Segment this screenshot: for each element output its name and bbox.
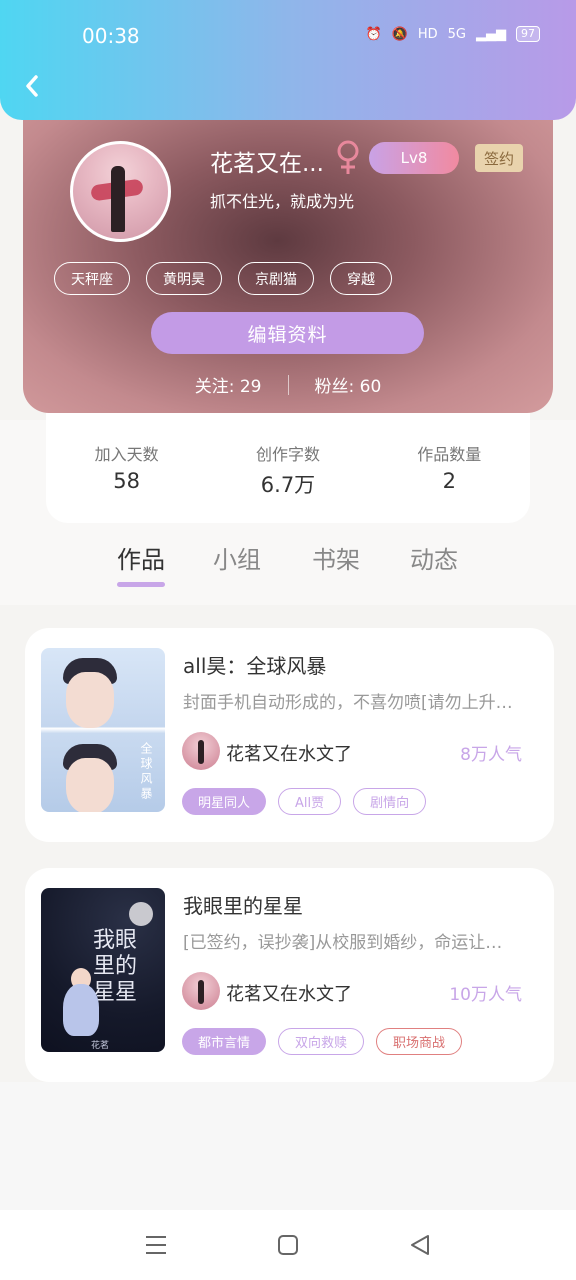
stat-value: 6.7万 <box>260 473 316 497</box>
system-nav-bar <box>0 1210 576 1280</box>
profile-tag[interactable]: 京剧猫 <box>238 262 314 295</box>
author-name[interactable]: 花茗又在水文了 <box>226 980 352 1006</box>
menu-icon[interactable] <box>145 1235 167 1255</box>
book-tag[interactable]: 明星同人 <box>182 788 267 815</box>
tab-bookshelf[interactable]: 书架 <box>312 540 360 575</box>
tab-activity[interactable]: 动态 <box>410 540 458 575</box>
tab-bar: 作品 小组 书架 动态 <box>0 524 576 604</box>
chevron-left-icon <box>26 75 38 97</box>
book-card[interactable]: 全球风暴 all昊：全球风暴 封面手机自动形成的，不喜勿喷[请勿上升… 花茗又在… <box>25 628 554 842</box>
battery-icon: 97 <box>516 26 540 42</box>
moon-icon <box>129 902 153 926</box>
book-description: 封面手机自动形成的，不喜勿喷[请勿上升… <box>183 693 513 713</box>
popularity-count: 10万人气 <box>449 985 522 1005</box>
stat-label: 作品数量 <box>417 445 482 464</box>
book-tags: 都市言情 双向救赎 职场商战 <box>182 1028 463 1055</box>
level-badge: Lv8 <box>369 142 459 174</box>
profile-motto: 抓不住光，就成为光 <box>210 192 355 211</box>
status-icons: ⏰ 🔕 HD 5G ▂▄▆ 97 <box>365 26 540 42</box>
book-title[interactable]: all昊：全球风暴 <box>183 650 326 679</box>
book-cover[interactable]: 全球风暴 <box>41 648 165 812</box>
network-icon: 5G <box>447 26 466 42</box>
stat-join-days: 加入天数 58 <box>57 441 197 523</box>
cover-text: 全球风暴 <box>139 742 153 802</box>
home-icon[interactable] <box>277 1234 299 1256</box>
stat-label: 创作字数 <box>255 445 320 464</box>
book-tag[interactable]: All贾 <box>278 788 342 815</box>
signed-badge: 签约 <box>475 144 523 172</box>
female-icon <box>337 140 359 174</box>
book-title[interactable]: 我眼里的星星 <box>183 890 303 919</box>
profile-name: 花茗又在... <box>210 151 324 177</box>
author-avatar[interactable] <box>182 732 220 770</box>
book-tag[interactable]: 职场商战 <box>376 1028 463 1055</box>
tab-works[interactable]: 作品 <box>117 540 165 575</box>
stat-word-count: 创作字数 6.7万 <box>218 441 358 523</box>
back-triangle-icon[interactable] <box>409 1234 431 1256</box>
status-time: 00:38 <box>82 24 140 48</box>
book-tag[interactable]: 双向救赎 <box>278 1028 365 1055</box>
signal-icon: ▂▄▆ <box>476 26 506 42</box>
following-count[interactable]: 关注: 29 <box>195 372 262 397</box>
profile-tag[interactable]: 穿越 <box>330 262 392 295</box>
popularity-count: 8万人气 <box>460 745 522 765</box>
header-bar: 00:38 ⏰ 🔕 HD 5G ▂▄▆ 97 <box>0 0 576 120</box>
book-description: [已签约，误抄袭]从校服到婚纱，命运让… <box>183 933 503 953</box>
tab-underline <box>117 582 165 587</box>
edit-profile-button[interactable]: 编辑资料 <box>151 312 424 354</box>
author-avatar[interactable] <box>182 972 220 1010</box>
book-card[interactable]: 我眼里的星星 花茗 我眼里的星星 [已签约，误抄袭]从校服到婚纱，命运让… 花茗… <box>25 868 554 1082</box>
followers-count[interactable]: 粉丝: 60 <box>315 372 382 397</box>
stat-works-count: 作品数量 2 <box>379 441 519 523</box>
hd-icon: HD <box>417 26 438 42</box>
alarm-icon: ⏰ <box>365 26 382 42</box>
book-tags: 明星同人 All贾 剧情向 <box>182 788 427 815</box>
stat-value: 58 <box>113 469 141 493</box>
author-name[interactable]: 花茗又在水文了 <box>226 740 352 766</box>
book-tag[interactable]: 剧情向 <box>353 788 427 815</box>
profile-tag[interactable]: 黄明昊 <box>146 262 222 295</box>
divider <box>287 374 289 395</box>
cover-author: 花茗 <box>91 1041 110 1051</box>
profile-tag[interactable]: 天秤座 <box>54 262 130 295</box>
profile-tags: 天秤座 黄明昊 京剧猫 穿越 <box>54 262 392 295</box>
cover-title: 我眼里的星星 <box>93 928 138 1005</box>
profile-card: 花茗又在... Lv8 签约 抓不住光，就成为光 天秤座 黄明昊 京剧猫 穿越 … <box>23 100 553 413</box>
tab-groups[interactable]: 小组 <box>213 540 261 575</box>
mute-icon: 🔕 <box>391 26 408 42</box>
book-cover[interactable]: 我眼里的星星 花茗 <box>41 888 165 1052</box>
book-tag[interactable]: 都市言情 <box>182 1028 267 1055</box>
stat-value: 2 <box>442 469 456 493</box>
stat-label: 加入天数 <box>94 445 159 464</box>
stats-card: 加入天数 58 创作字数 6.7万 作品数量 2 <box>46 395 530 523</box>
back-button[interactable] <box>16 70 48 102</box>
avatar[interactable] <box>70 141 171 242</box>
follow-row: 关注: 29 粉丝: 60 <box>23 372 553 397</box>
